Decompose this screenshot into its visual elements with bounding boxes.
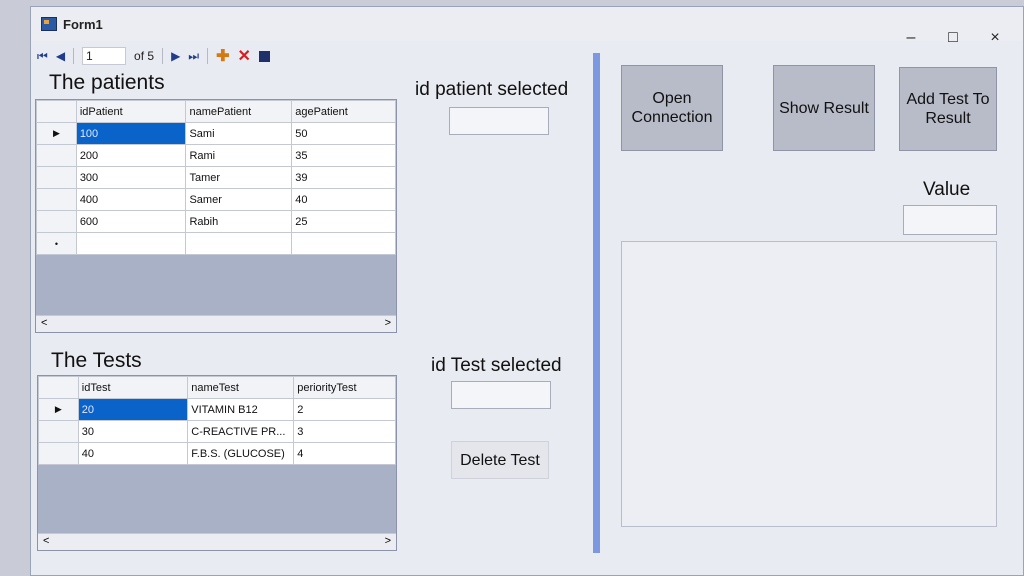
window-title: Form1 xyxy=(63,17,103,32)
row-header[interactable] xyxy=(36,210,77,233)
table-cell[interactable]: Sami xyxy=(185,122,293,145)
tests-table: idTest nameTest periorityTest ▶ 20 VITAM… xyxy=(38,376,396,465)
scroll-right-icon[interactable]: > xyxy=(385,317,391,329)
table-cell[interactable]: Rami xyxy=(185,144,293,167)
table-cell[interactable]: Samer xyxy=(185,188,293,211)
row-header[interactable] xyxy=(38,442,79,465)
new-row[interactable]: • xyxy=(36,232,396,255)
table-row[interactable]: 300 Tamer 39 xyxy=(36,166,396,189)
id-patient-selected-input[interactable] xyxy=(449,107,549,135)
table-row[interactable]: 30 C-REACTIVE PR... 3 xyxy=(38,420,396,443)
row-header-corner xyxy=(38,376,79,399)
move-first-icon[interactable]: ⏮ xyxy=(37,49,48,64)
table-row[interactable]: 200 Rami 35 xyxy=(36,144,396,167)
delete-icon[interactable]: ✕ xyxy=(238,46,251,66)
show-result-button[interactable]: Show Result xyxy=(773,65,875,151)
patients-title: The patients xyxy=(49,71,165,94)
table-cell[interactable]: Tamer xyxy=(185,166,293,189)
horizontal-scrollbar[interactable]: < > xyxy=(38,533,396,550)
row-header-corner xyxy=(36,100,77,123)
horizontal-scrollbar[interactable]: < > xyxy=(36,315,396,332)
table-cell[interactable]: 100 xyxy=(75,122,187,145)
move-next-icon[interactable]: ▶ xyxy=(171,49,180,63)
table-cell[interactable]: F.B.S. (GLUCOSE) xyxy=(187,442,295,465)
record-count: of 5 xyxy=(134,49,155,63)
close-button[interactable]: × xyxy=(983,29,1007,47)
column-header[interactable]: nameTest xyxy=(187,376,295,399)
table-row[interactable]: 600 Rabih 25 xyxy=(36,210,396,233)
tests-grid[interactable]: idTest nameTest periorityTest ▶ 20 VITAM… xyxy=(37,375,397,551)
table-cell[interactable]: C-REACTIVE PR... xyxy=(187,420,295,443)
minimize-button[interactable]: – xyxy=(899,29,923,47)
current-row-indicator: ▶ xyxy=(38,398,79,421)
scroll-right-icon[interactable]: > xyxy=(385,535,391,547)
column-header[interactable]: namePatient xyxy=(185,100,293,123)
value-input[interactable] xyxy=(903,205,997,235)
binding-navigator: ⏮ ◀ 1 of 5 ▶ ⏭ ✚ ✕ xyxy=(37,45,270,67)
table-cell[interactable]: 300 xyxy=(75,166,187,189)
scroll-left-icon[interactable]: < xyxy=(41,317,47,329)
table-cell[interactable]: 20 xyxy=(77,398,189,421)
column-header[interactable]: agePatient xyxy=(291,100,396,123)
add-new-icon[interactable]: ✚ xyxy=(216,46,229,66)
column-header[interactable]: idPatient xyxy=(75,100,187,123)
table-cell[interactable]: 30 xyxy=(77,420,189,443)
column-header[interactable]: periorityTest xyxy=(293,376,396,399)
position-input[interactable]: 1 xyxy=(82,47,127,65)
id-test-selected-input[interactable] xyxy=(451,381,551,409)
add-test-to-result-button[interactable]: Add Test To Result xyxy=(899,67,997,151)
id-patient-selected-label: id patient selected xyxy=(415,79,569,100)
table-cell[interactable]: 25 xyxy=(291,210,396,233)
open-connection-button[interactable]: Open Connection xyxy=(621,65,723,151)
toolbar-separator xyxy=(73,48,75,64)
table-row[interactable]: 400 Samer 40 xyxy=(36,188,396,211)
table-cell[interactable]: 3 xyxy=(293,420,396,443)
table-cell[interactable]: 50 xyxy=(291,122,396,145)
column-header[interactable]: idTest xyxy=(77,376,189,399)
table-cell[interactable]: VITAMIN B12 xyxy=(187,398,295,421)
row-header[interactable] xyxy=(36,166,77,189)
table-cell[interactable] xyxy=(75,232,187,255)
table-cell[interactable]: 200 xyxy=(75,144,187,167)
current-row-indicator: ▶ xyxy=(36,122,77,145)
move-last-icon[interactable]: ⏭ xyxy=(188,49,199,64)
table-row[interactable]: ▶ 20 VITAMIN B12 2 xyxy=(38,398,396,421)
form1-window: Form1 – □ × ⏮ ◀ 1 of 5 ▶ ⏭ ✚ ✕ The patie… xyxy=(30,6,1024,576)
delete-test-button[interactable]: Delete Test xyxy=(451,441,549,479)
table-cell[interactable]: Rabih xyxy=(185,210,293,233)
new-row-indicator: • xyxy=(36,232,77,255)
app-icon xyxy=(41,17,57,31)
row-header[interactable] xyxy=(38,420,79,443)
save-icon[interactable] xyxy=(258,50,270,62)
table-cell[interactable] xyxy=(291,232,396,255)
table-cell[interactable]: 600 xyxy=(75,210,187,233)
result-textbox[interactable] xyxy=(621,241,997,527)
table-cell[interactable]: 4 xyxy=(293,442,396,465)
patients-table: idPatient namePatient agePatient ▶ 100 S… xyxy=(36,100,396,255)
id-test-selected-label: id Test selected xyxy=(431,355,562,376)
table-cell[interactable]: 39 xyxy=(291,166,396,189)
table-cell[interactable]: 400 xyxy=(75,188,187,211)
scroll-left-icon[interactable]: < xyxy=(43,535,49,547)
table-row[interactable]: ▶ 100 Sami 50 xyxy=(36,122,396,145)
tests-title: The Tests xyxy=(51,349,142,372)
table-row[interactable]: 40 F.B.S. (GLUCOSE) 4 xyxy=(38,442,396,465)
move-previous-icon[interactable]: ◀ xyxy=(56,49,65,63)
title-bar: Form1 – □ × xyxy=(31,7,1023,46)
table-cell[interactable]: 35 xyxy=(291,144,396,167)
table-cell[interactable]: 40 xyxy=(291,188,396,211)
toolbar-separator xyxy=(207,48,209,64)
row-header[interactable] xyxy=(36,188,77,211)
table-cell[interactable]: 2 xyxy=(293,398,396,421)
patients-grid[interactable]: idPatient namePatient agePatient ▶ 100 S… xyxy=(35,99,397,333)
panel-divider xyxy=(593,53,600,553)
value-label: Value xyxy=(923,179,971,200)
row-header[interactable] xyxy=(36,144,77,167)
table-cell[interactable] xyxy=(185,232,293,255)
table-cell[interactable]: 40 xyxy=(77,442,189,465)
maximize-button[interactable]: □ xyxy=(941,29,965,47)
toolbar-separator xyxy=(162,48,164,64)
